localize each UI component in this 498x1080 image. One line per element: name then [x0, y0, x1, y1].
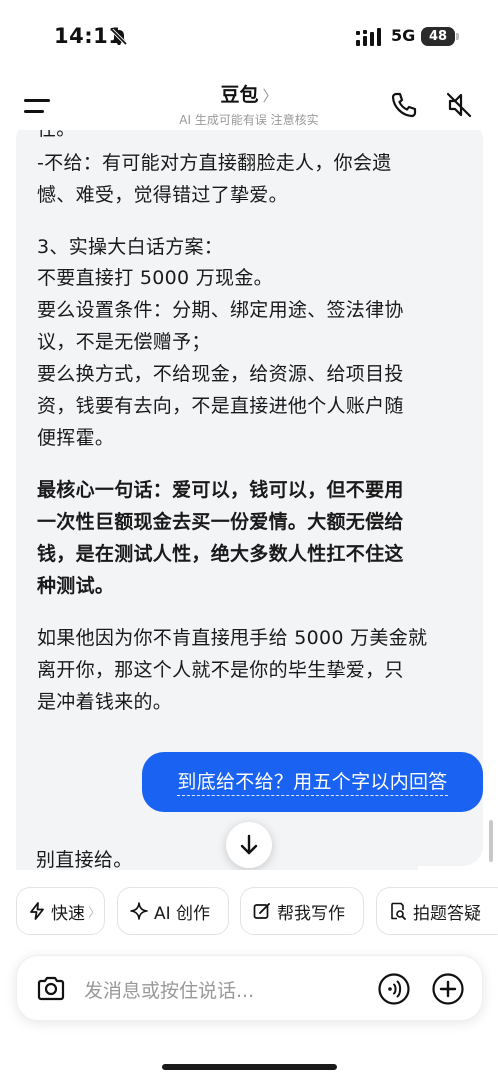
menu-icon[interactable]	[24, 96, 52, 116]
help-write-label: 帮我写作	[277, 903, 345, 924]
message-input[interactable]: 发消息或按住说话...	[84, 976, 254, 1003]
photo-answer-chip[interactable]: 拍题答疑	[376, 887, 498, 935]
fast-mode-chip[interactable]: 快速 〉	[16, 887, 105, 935]
message-input-bar: 发消息或按住说话...	[16, 955, 483, 1021]
chevron-right-icon: 〉	[88, 905, 102, 921]
voice-call-icon[interactable]	[377, 972, 411, 1006]
scrollbar[interactable]	[489, 820, 493, 862]
camera-icon[interactable]	[35, 973, 67, 1005]
ai-reply-text: 别直接给。	[36, 849, 133, 870]
message-line: 便挥霍。	[37, 427, 115, 449]
user-message-text: 到底给不给？用五个字以内回答	[177, 771, 448, 796]
status-bar: 14:11 5G 48	[0, 0, 498, 76]
phone-icon[interactable]	[389, 90, 419, 120]
message-line: 不要直接打 5000 万现金。	[37, 267, 273, 289]
message-line: 3、实操大白话方案：	[37, 236, 224, 258]
chat-title: 豆包	[220, 84, 259, 106]
message-line: 议，不是无偿赠予；	[37, 331, 211, 353]
message-line: 任。	[37, 130, 76, 141]
user-message-bubble[interactable]: 到底给不给？用五个字以内回答	[142, 752, 483, 812]
message-line-bold: 种测试。	[37, 575, 115, 597]
chevron-right-icon: 〉	[262, 87, 278, 105]
ai-reply-bubble: 别直接给。	[16, 827, 418, 870]
help-write-chip[interactable]: 帮我写作	[240, 887, 364, 935]
message-line: 资，钱要有去向，不是直接进他个人账户随	[37, 395, 404, 417]
edit-icon	[253, 903, 270, 919]
document-search-icon	[391, 902, 406, 920]
message-line-bold: 一次性巨额现金去买一份爱情。大额无偿给	[37, 511, 404, 533]
message-line: 是冲着钱来的。	[37, 691, 173, 713]
message-line-bold: 钱，是在测试人性，绝大多数人性扛不住这	[37, 543, 404, 565]
plus-icon[interactable]	[431, 972, 465, 1006]
message-line: 要么换方式，不给现金，给资源、给项目投	[37, 363, 404, 385]
cellular-signal-icon	[356, 28, 381, 46]
fast-mode-label: 快速	[51, 903, 85, 924]
sparkle-icon	[130, 902, 148, 920]
message-line: 要么设置条件：分期、绑定用途、签法律协	[37, 299, 404, 321]
ai-create-chip[interactable]: AI 创作	[117, 887, 229, 935]
ai-disclaimer: AI 生成可能有误 注意核实	[179, 113, 319, 127]
bell-off-icon	[110, 28, 128, 46]
chat-title-area[interactable]: 豆包〉 AI 生成可能有误 注意核实	[120, 80, 378, 128]
chat-header: 豆包〉 AI 生成可能有误 注意核实	[0, 76, 498, 130]
photo-answer-label: 拍题答疑	[413, 903, 481, 924]
quick-actions: 快速 〉 AI 创作 帮我写作 拍题答疑	[0, 870, 498, 948]
lightning-icon	[30, 902, 44, 920]
message-line: 离开你，那这个人就不是你的毕生挚爱，只	[37, 659, 404, 681]
network-type: 5G	[391, 26, 416, 45]
scroll-to-bottom-button[interactable]	[226, 822, 272, 868]
message-line: 憾、难受，觉得错过了挚爱。	[37, 184, 288, 206]
arrow-down-icon	[240, 834, 258, 855]
ai-create-label: AI 创作	[154, 903, 211, 924]
message-line-bold: 最核心一句话：爱可以，钱可以，但不要用	[37, 479, 404, 501]
message-line: 如果他因为你不肯直接甩手给 5000 万美金就	[37, 627, 428, 649]
battery-indicator: 48	[421, 27, 459, 46]
chat-messages[interactable]: 任。 -不给：有可能对方直接翻脸走人，你会遗 憾、难受，觉得错过了挚爱。 3、实…	[0, 130, 498, 870]
message-line: -不给：有可能对方直接翻脸走人，你会遗	[37, 152, 392, 174]
home-indicator	[162, 1064, 337, 1070]
speaker-muted-icon[interactable]	[444, 90, 474, 120]
